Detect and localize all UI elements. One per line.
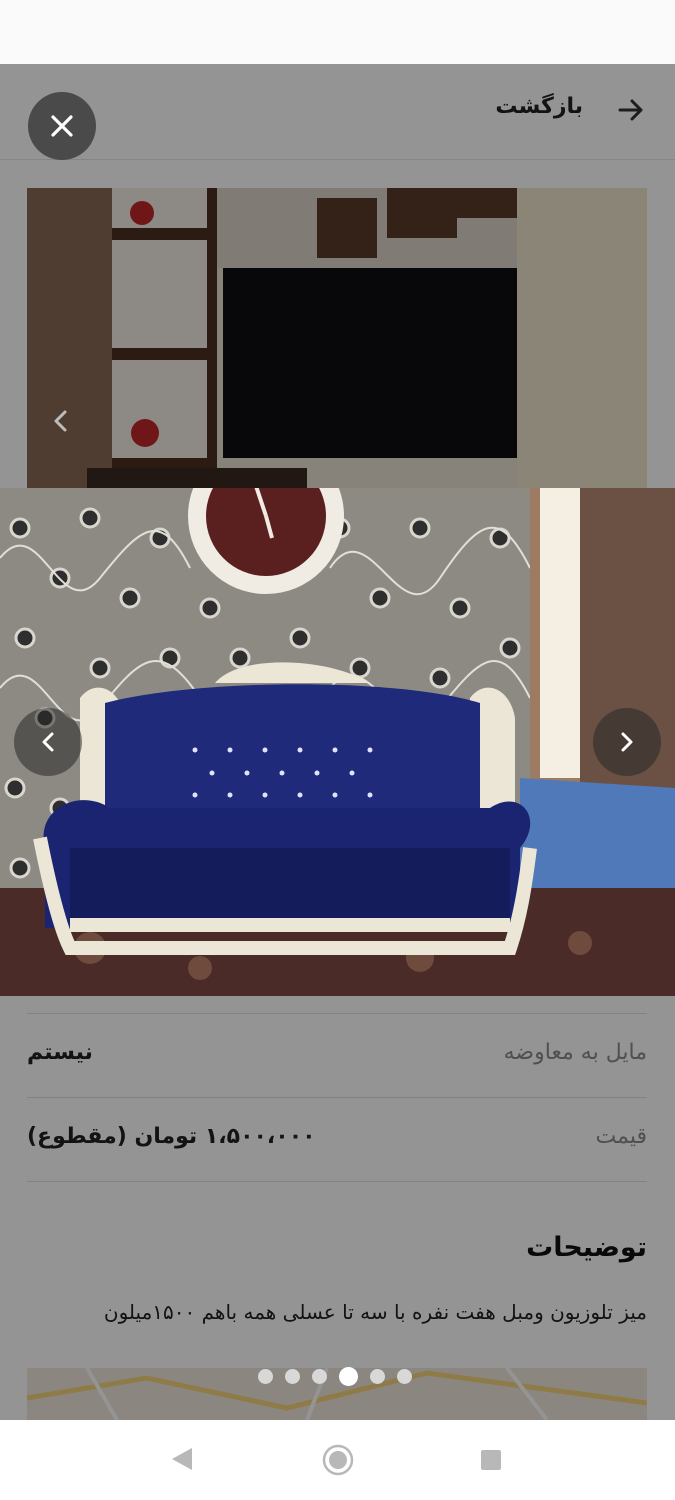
next-photo-button[interactable] xyxy=(593,708,661,776)
page-dot[interactable] xyxy=(370,1368,385,1384)
viewer-photo[interactable] xyxy=(0,488,675,996)
chevron-right-icon xyxy=(621,732,633,752)
system-back-icon[interactable] xyxy=(170,1446,194,1472)
page-dot-active[interactable] xyxy=(339,1366,358,1386)
system-home-icon[interactable] xyxy=(322,1444,354,1476)
sofa-image xyxy=(0,488,675,996)
page-dot[interactable] xyxy=(285,1368,300,1384)
system-navigation-bar xyxy=(0,1420,675,1500)
previous-photo-button[interactable] xyxy=(14,708,82,776)
system-recents-icon[interactable] xyxy=(481,1450,501,1470)
close-icon xyxy=(51,115,73,137)
page-dot[interactable] xyxy=(397,1368,412,1384)
chevron-left-icon xyxy=(42,732,54,752)
chevron-left-icon[interactable] xyxy=(50,408,72,434)
status-bar xyxy=(0,0,675,64)
photo-pagination xyxy=(258,1366,412,1386)
page-dot[interactable] xyxy=(312,1368,327,1384)
close-button[interactable] xyxy=(28,92,96,160)
page-dot[interactable] xyxy=(258,1368,273,1384)
